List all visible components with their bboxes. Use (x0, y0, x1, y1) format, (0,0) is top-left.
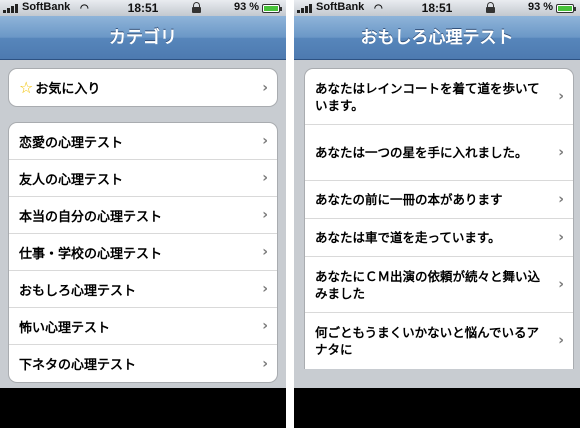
favorites-group: ☆ お気に入り › (8, 68, 278, 107)
chevron-right-icon: › (262, 207, 268, 223)
category-label: 本当の自分の心理テスト (19, 209, 163, 225)
screen-bottom (0, 388, 286, 428)
battery-percent: 93 % (234, 1, 260, 13)
lock-icon (486, 2, 495, 13)
category-list: 恋愛の心理テスト › 友人の心理テスト › 本当の自分の心理テスト › 仕事・学校の心理テス… (8, 122, 278, 383)
category-label: おもしろ心理テスト (19, 283, 137, 299)
chevron-right-icon: › (558, 144, 564, 160)
test-title: あなたは一つの星を手に入れました。 (315, 145, 528, 160)
category-row[interactable]: 怖い心理テスト › (9, 308, 277, 345)
category-row[interactable]: 本当の自分の心理テスト › (9, 197, 277, 234)
category-row[interactable]: おもしろ心理テスト › (9, 271, 277, 308)
chevron-right-icon: › (262, 170, 268, 186)
test-list: あなたはレインコートを着て道を歩いています。 › あなたは一つの星を手に入れました。… (304, 68, 574, 369)
category-label: 怖い心理テスト (19, 320, 111, 336)
status-bar: SoftBank ◠ 18:51 93 % (0, 0, 286, 16)
test-row[interactable]: あなたは一つの星を手に入れました。 › (305, 125, 573, 181)
battery-fill (264, 6, 278, 11)
category-label: 仕事・学校の心理テスト (19, 246, 163, 262)
chevron-right-icon: › (558, 229, 564, 245)
category-row[interactable]: 下ネタの心理テスト › (9, 345, 277, 382)
lock-icon (192, 2, 201, 13)
page-title: カテゴリ (109, 28, 177, 48)
nav-bar: カテゴリ (0, 16, 286, 60)
battery-icon (556, 4, 576, 13)
chevron-right-icon: › (558, 191, 564, 207)
favorites-label: お気に入り (35, 82, 101, 97)
test-title: あなたは車で道を走っています。 (315, 230, 501, 245)
test-title: 何ごともうまくいかないと悩んでいるアナタに (315, 325, 540, 357)
category-row[interactable]: 友人の心理テスト › (9, 160, 277, 197)
chevron-right-icon: › (262, 355, 268, 372)
test-title: あなたにＣＭ出演の依頼が続々と舞い込みました (315, 268, 541, 301)
table-view[interactable]: あなたはレインコートを着て道を歩いています。 › あなたは一つの星を手に入れました。… (294, 60, 580, 388)
status-bar: SoftBank ◠ 18:51 93 % (294, 0, 580, 16)
test-row[interactable]: あなたの前に一冊の本があります › (305, 181, 573, 219)
category-label: 恋愛の心理テスト (19, 135, 124, 151)
right-screen: SoftBank ◠ 18:51 93 % おもしろ心理テスト あなたはレインコ… (294, 0, 580, 428)
page-title: おもしろ心理テスト (360, 28, 514, 48)
favorites-row[interactable]: ☆ お気に入り › (9, 69, 277, 106)
test-title: あなたの前に一冊の本があります (315, 192, 503, 207)
chevron-right-icon: › (262, 79, 268, 96)
test-title: あなたはレインコートを着て道を歩いています。 (315, 80, 540, 113)
chevron-right-icon: › (558, 88, 564, 104)
chevron-right-icon: › (262, 318, 268, 334)
screen-bottom (294, 388, 580, 428)
category-row[interactable]: 仕事・学校の心理テスト › (9, 234, 277, 271)
test-row[interactable]: あなたにＣＭ出演の依頼が続々と舞い込みました › (305, 257, 573, 313)
category-row[interactable]: 恋愛の心理テスト › (9, 123, 277, 160)
chevron-right-icon: › (262, 244, 268, 260)
category-label: 友人の心理テスト (19, 172, 124, 188)
left-screen: SoftBank ◠ 18:51 93 % カテゴリ ☆ お気に入り › 恋愛の… (0, 0, 286, 428)
battery-icon (262, 4, 282, 13)
star-icon: ☆ (19, 78, 34, 97)
test-row[interactable]: あなたは車で道を走っています。 › (305, 219, 573, 257)
battery-percent: 93 % (528, 1, 554, 13)
chevron-right-icon: › (558, 332, 564, 349)
test-row[interactable]: あなたはレインコートを着て道を歩いています。 › (305, 69, 573, 125)
test-row[interactable]: 何ごともうまくいかないと悩んでいるアナタに › (305, 313, 573, 369)
chevron-right-icon: › (262, 133, 268, 149)
battery-fill (558, 6, 572, 11)
chevron-right-icon: › (262, 281, 268, 297)
chevron-right-icon: › (558, 276, 564, 292)
table-view[interactable]: ☆ お気に入り › 恋愛の心理テスト › 友人の心理テスト › 本当の自分の心理テスト ›… (0, 60, 286, 388)
nav-bar: おもしろ心理テスト (294, 16, 580, 60)
category-label: 下ネタの心理テスト (19, 358, 137, 373)
